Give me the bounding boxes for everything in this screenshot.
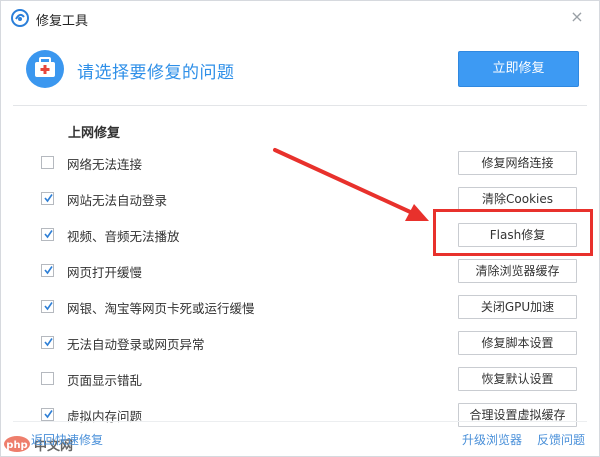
clear-cookies-button[interactable]: 清除Cookies — [458, 187, 577, 211]
item-label: 网络无法连接 — [67, 157, 143, 172]
repair-item-row: 网络无法连接 修复网络连接 — [1, 148, 599, 184]
browser-logo-icon — [11, 9, 29, 27]
repair-item-row: 页面显示错乱 恢复默认设置 — [1, 364, 599, 400]
title-bar: 修复工具 × — [1, 1, 599, 35]
repair-item-row: 无法自动登录或网页异常 修复脚本设置 — [1, 328, 599, 364]
repair-item-row: 视频、音频无法播放 Flash修复 — [1, 220, 599, 256]
item-label: 网页打开缓慢 — [67, 265, 143, 280]
repair-item-list: 网络无法连接 修复网络连接 网站无法自动登录 清除Cookies 视频、音频无法… — [1, 148, 599, 436]
back-to-quick-repair-link[interactable]: 返回快速修复 — [31, 431, 103, 448]
item-label: 虚拟内存问题 — [67, 409, 143, 424]
item-checkbox[interactable] — [41, 156, 54, 169]
checkmark-icon — [44, 338, 53, 347]
svg-text:php: php — [6, 440, 27, 451]
checkmark-icon — [44, 410, 53, 419]
repair-now-button[interactable]: 立即修复 — [458, 51, 579, 87]
item-checkbox[interactable] — [41, 228, 54, 241]
repair-item-row: 网银、淘宝等网页卡死或运行缓慢 关闭GPU加速 — [1, 292, 599, 328]
clear-browser-cache-button[interactable]: 清除浏览器缓存 — [458, 259, 577, 283]
item-checkbox[interactable] — [41, 372, 54, 385]
repair-item-row: 网站无法自动登录 清除Cookies — [1, 184, 599, 220]
item-checkbox[interactable] — [41, 408, 54, 421]
item-label: 无法自动登录或网页异常 — [67, 337, 205, 352]
flash-repair-button[interactable]: Flash修复 — [458, 223, 577, 247]
item-label: 网站无法自动登录 — [67, 193, 168, 208]
item-checkbox[interactable] — [41, 336, 54, 349]
close-icon[interactable]: × — [569, 9, 585, 25]
item-label: 页面显示错乱 — [67, 373, 143, 388]
header: 请选择要修复的问题 立即修复 — [1, 35, 599, 105]
item-checkbox[interactable] — [41, 300, 54, 313]
feedback-link[interactable]: 反馈问题 — [537, 431, 585, 448]
restore-default-settings-button[interactable]: 恢复默认设置 — [458, 367, 577, 391]
checkmark-icon — [44, 302, 53, 311]
repair-script-settings-button[interactable]: 修复脚本设置 — [458, 331, 577, 355]
php-logo-icon: php — [4, 436, 30, 452]
upgrade-browser-link[interactable]: 升级浏览器 — [462, 431, 522, 448]
header-title: 请选择要修复的问题 — [77, 63, 235, 83]
repair-network-connection-button[interactable]: 修复网络连接 — [458, 151, 577, 175]
repair-item-row: 网页打开缓慢 清除浏览器缓存 — [1, 256, 599, 292]
divider — [13, 105, 587, 106]
footer-divider — [13, 421, 587, 422]
checkmark-icon — [44, 194, 53, 203]
medical-kit-icon — [26, 50, 64, 88]
window-title: 修复工具 — [36, 14, 89, 29]
item-checkbox[interactable] — [41, 264, 54, 277]
disable-gpu-acceleration-button[interactable]: 关闭GPU加速 — [458, 295, 577, 319]
section-title: 上网修复 — [68, 126, 121, 141]
item-checkbox[interactable] — [41, 192, 54, 205]
repair-tool-window: 修复工具 × 请选择要修复的问题 立即修复 上网修复 网络无法连接 修复网络连接… — [0, 0, 600, 457]
checkmark-icon — [44, 230, 53, 239]
item-label: 网银、淘宝等网页卡死或运行缓慢 — [67, 301, 255, 316]
checkmark-icon — [44, 266, 53, 275]
item-label: 视频、音频无法播放 — [67, 229, 180, 244]
set-virtual-cache-button[interactable]: 合理设置虚拟缓存 — [458, 403, 577, 427]
